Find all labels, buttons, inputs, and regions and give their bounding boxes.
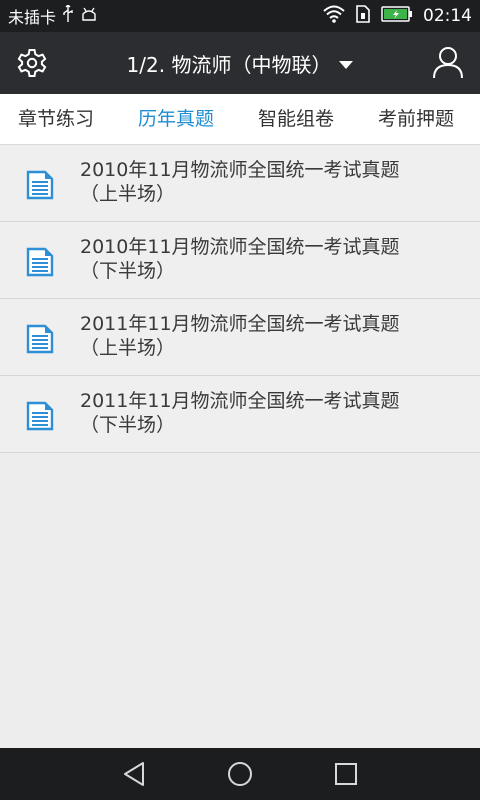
item-title: 2011年11月物流师全国统一考试真题 (80, 313, 400, 335)
item-subtitle: （上半场） (80, 183, 176, 205)
system-nav-bar (0, 748, 480, 800)
exam-list: 2010年11月物流师全国统一考试真题 （上半场） 2010年11月物流师全国统… (0, 145, 480, 453)
gear-icon (17, 49, 47, 77)
battery-icon (381, 6, 413, 26)
status-bar: 未插卡 02:14 (0, 0, 480, 32)
tab-bar: 章节练习 历年真题 智能组卷 考前押题 (0, 94, 480, 145)
wifi-icon (323, 5, 345, 27)
tab-past-exams[interactable]: 历年真题 (138, 94, 214, 144)
clock-text: 02:14 (423, 6, 472, 26)
item-subtitle: （下半场） (80, 260, 176, 282)
item-subtitle: （下半场） (80, 414, 176, 436)
user-button[interactable] (432, 45, 464, 79)
android-debug-icon (80, 6, 98, 26)
tab-final-prediction[interactable]: 考前押题 (378, 94, 454, 144)
dropdown-arrow-icon (339, 51, 354, 75)
sim-icon (355, 5, 371, 27)
app-bar: 1/2. 物流师（中物联） (0, 32, 480, 94)
list-item[interactable]: 2010年11月物流师全国统一考试真题 （上半场） (0, 145, 480, 222)
tab-smart-paper[interactable]: 智能组卷 (258, 94, 334, 144)
user-icon (433, 47, 463, 79)
tab-chapter-practice[interactable]: 章节练习 (18, 94, 94, 144)
back-triangle-icon (124, 762, 144, 786)
item-title: 2011年11月物流师全国统一考试真题 (80, 390, 400, 412)
document-icon (26, 170, 54, 200)
settings-button[interactable] (16, 47, 48, 79)
item-subtitle: （上半场） (80, 337, 176, 359)
home-button[interactable] (226, 760, 254, 788)
back-button[interactable] (122, 761, 146, 787)
page-title: 1/2. 物流师（中物联） (126, 52, 332, 77)
carrier-text: 未插卡 (8, 8, 57, 27)
item-title: 2010年11月物流师全国统一考试真题 (80, 159, 400, 181)
recents-button[interactable] (334, 762, 358, 786)
usb-icon (62, 4, 74, 27)
recents-square-icon (335, 763, 357, 785)
item-title: 2010年11月物流师全国统一考试真题 (80, 236, 400, 258)
document-icon (26, 247, 54, 277)
list-item[interactable]: 2011年11月物流师全国统一考试真题 （上半场） (0, 299, 480, 376)
home-circle-icon (228, 762, 252, 786)
course-selector[interactable]: 1/2. 物流师（中物联） (70, 32, 410, 94)
list-item[interactable]: 2011年11月物流师全国统一考试真题 （下半场） (0, 376, 480, 453)
document-icon (26, 324, 54, 354)
document-icon (26, 401, 54, 431)
list-item[interactable]: 2010年11月物流师全国统一考试真题 （下半场） (0, 222, 480, 299)
